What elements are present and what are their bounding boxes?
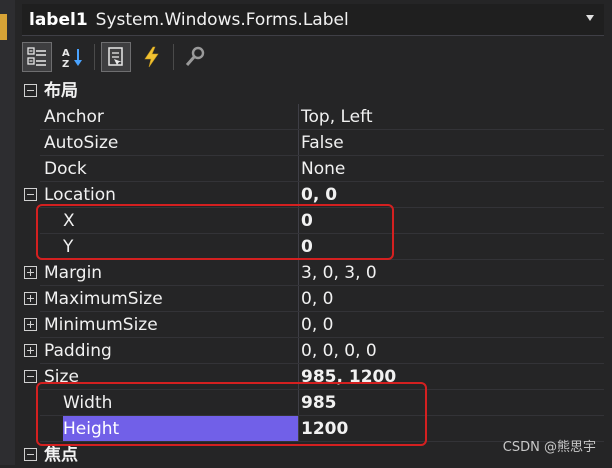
dropdown-arrow-icon[interactable] bbox=[586, 15, 594, 21]
expand-icon[interactable] bbox=[24, 318, 37, 331]
toolbar-separator bbox=[94, 44, 95, 70]
property-value[interactable]: None bbox=[301, 156, 601, 182]
property-name: Anchor bbox=[44, 107, 104, 127]
property-value[interactable]: 0, 0, 0, 0 bbox=[301, 338, 601, 364]
property-pages-wrench-icon bbox=[185, 46, 205, 66]
property-name: Location bbox=[44, 185, 116, 205]
property-name: Padding bbox=[44, 341, 112, 361]
collapse-icon[interactable] bbox=[24, 448, 37, 461]
properties-icon bbox=[108, 47, 123, 66]
property-row-size-width[interactable]: Width 985 bbox=[22, 390, 604, 416]
watermark: CSDN @熊思宇 bbox=[502, 440, 596, 455]
svg-text:Z: Z bbox=[62, 59, 69, 68]
object-type: System.Windows.Forms.Label bbox=[95, 9, 349, 30]
property-pages-button[interactable] bbox=[180, 42, 210, 72]
property-value[interactable]: 0 bbox=[301, 208, 601, 234]
expand-icon[interactable] bbox=[24, 266, 37, 279]
category-label: 焦点 bbox=[44, 445, 78, 465]
property-grid: 布局 Anchor Top, Left AutoSize False Dock … bbox=[22, 78, 604, 465]
property-row-maximumsize[interactable]: MaximumSize 0, 0 bbox=[22, 286, 604, 312]
property-row-minimumsize[interactable]: MinimumSize 0, 0 bbox=[22, 312, 604, 338]
alphabetical-icon: A Z bbox=[62, 48, 82, 68]
column-divider[interactable] bbox=[298, 156, 299, 182]
column-divider[interactable] bbox=[298, 130, 299, 156]
category-label: 布局 bbox=[44, 81, 78, 101]
column-divider[interactable] bbox=[298, 338, 299, 364]
column-divider[interactable] bbox=[298, 286, 299, 312]
property-value[interactable]: 0, 0 bbox=[301, 182, 601, 208]
property-value[interactable]: Top, Left bbox=[301, 104, 601, 130]
property-name: AutoSize bbox=[44, 133, 119, 153]
property-value[interactable]: 0, 0 bbox=[301, 312, 601, 338]
left-edge-strip bbox=[0, 0, 15, 465]
property-value[interactable]: 985, 1200 bbox=[301, 364, 601, 390]
property-row-location[interactable]: Location 0, 0 bbox=[22, 182, 604, 208]
column-divider[interactable] bbox=[298, 390, 299, 416]
property-row-location-x[interactable]: X 0 bbox=[22, 208, 604, 234]
property-value[interactable]: 3, 0, 3, 0 bbox=[301, 260, 601, 286]
property-value[interactable]: 985 bbox=[301, 390, 601, 416]
properties-toolbar: A Z bbox=[22, 40, 604, 74]
property-value[interactable]: 0, 0 bbox=[301, 286, 601, 312]
column-divider[interactable] bbox=[298, 312, 299, 338]
property-value[interactable]: 0 bbox=[301, 234, 601, 260]
property-name: Width bbox=[63, 393, 113, 413]
column-divider[interactable] bbox=[298, 364, 299, 390]
properties-button[interactable] bbox=[101, 42, 131, 72]
property-name: Size bbox=[44, 367, 79, 387]
events-lightning-icon bbox=[144, 46, 159, 68]
left-edge-marker bbox=[0, 14, 7, 40]
collapse-icon[interactable] bbox=[24, 188, 37, 201]
property-name: X bbox=[63, 211, 75, 231]
property-row-size[interactable]: Size 985, 1200 bbox=[22, 364, 604, 390]
collapse-icon[interactable] bbox=[24, 84, 37, 97]
expand-icon[interactable] bbox=[24, 292, 37, 305]
svg-text:A: A bbox=[62, 48, 70, 59]
property-name: Margin bbox=[44, 263, 103, 283]
property-row-autosize[interactable]: AutoSize False bbox=[22, 130, 604, 156]
property-name: MinimumSize bbox=[44, 315, 158, 335]
category-layout[interactable]: 布局 bbox=[22, 78, 604, 104]
toolbar-separator-2 bbox=[173, 44, 174, 70]
events-button[interactable] bbox=[137, 42, 167, 72]
property-value[interactable]: False bbox=[301, 130, 601, 156]
property-name: Height bbox=[63, 416, 298, 442]
property-row-margin[interactable]: Margin 3, 0, 3, 0 bbox=[22, 260, 604, 286]
column-divider[interactable] bbox=[298, 260, 299, 286]
object-name: label1 bbox=[29, 9, 88, 30]
property-name: MaximumSize bbox=[44, 289, 163, 309]
column-divider[interactable] bbox=[298, 182, 299, 208]
property-row-anchor[interactable]: Anchor Top, Left bbox=[22, 104, 604, 130]
property-row-location-y[interactable]: Y 0 bbox=[22, 234, 604, 260]
alphabetical-button[interactable]: A Z bbox=[58, 42, 88, 72]
collapse-icon[interactable] bbox=[24, 370, 37, 383]
object-selector-dropdown[interactable]: label1 System.Windows.Forms.Label bbox=[22, 4, 604, 36]
column-divider[interactable] bbox=[298, 234, 299, 260]
property-row-padding[interactable]: Padding 0, 0, 0, 0 bbox=[22, 338, 604, 364]
column-divider[interactable] bbox=[298, 208, 299, 234]
expand-icon[interactable] bbox=[24, 344, 37, 357]
categorized-button[interactable] bbox=[22, 42, 52, 72]
categorized-icon bbox=[27, 47, 46, 66]
column-divider[interactable] bbox=[298, 104, 299, 130]
property-name: Y bbox=[63, 237, 74, 257]
property-name: Dock bbox=[44, 159, 87, 179]
property-row-dock[interactable]: Dock None bbox=[22, 156, 604, 182]
column-divider[interactable] bbox=[298, 416, 299, 442]
